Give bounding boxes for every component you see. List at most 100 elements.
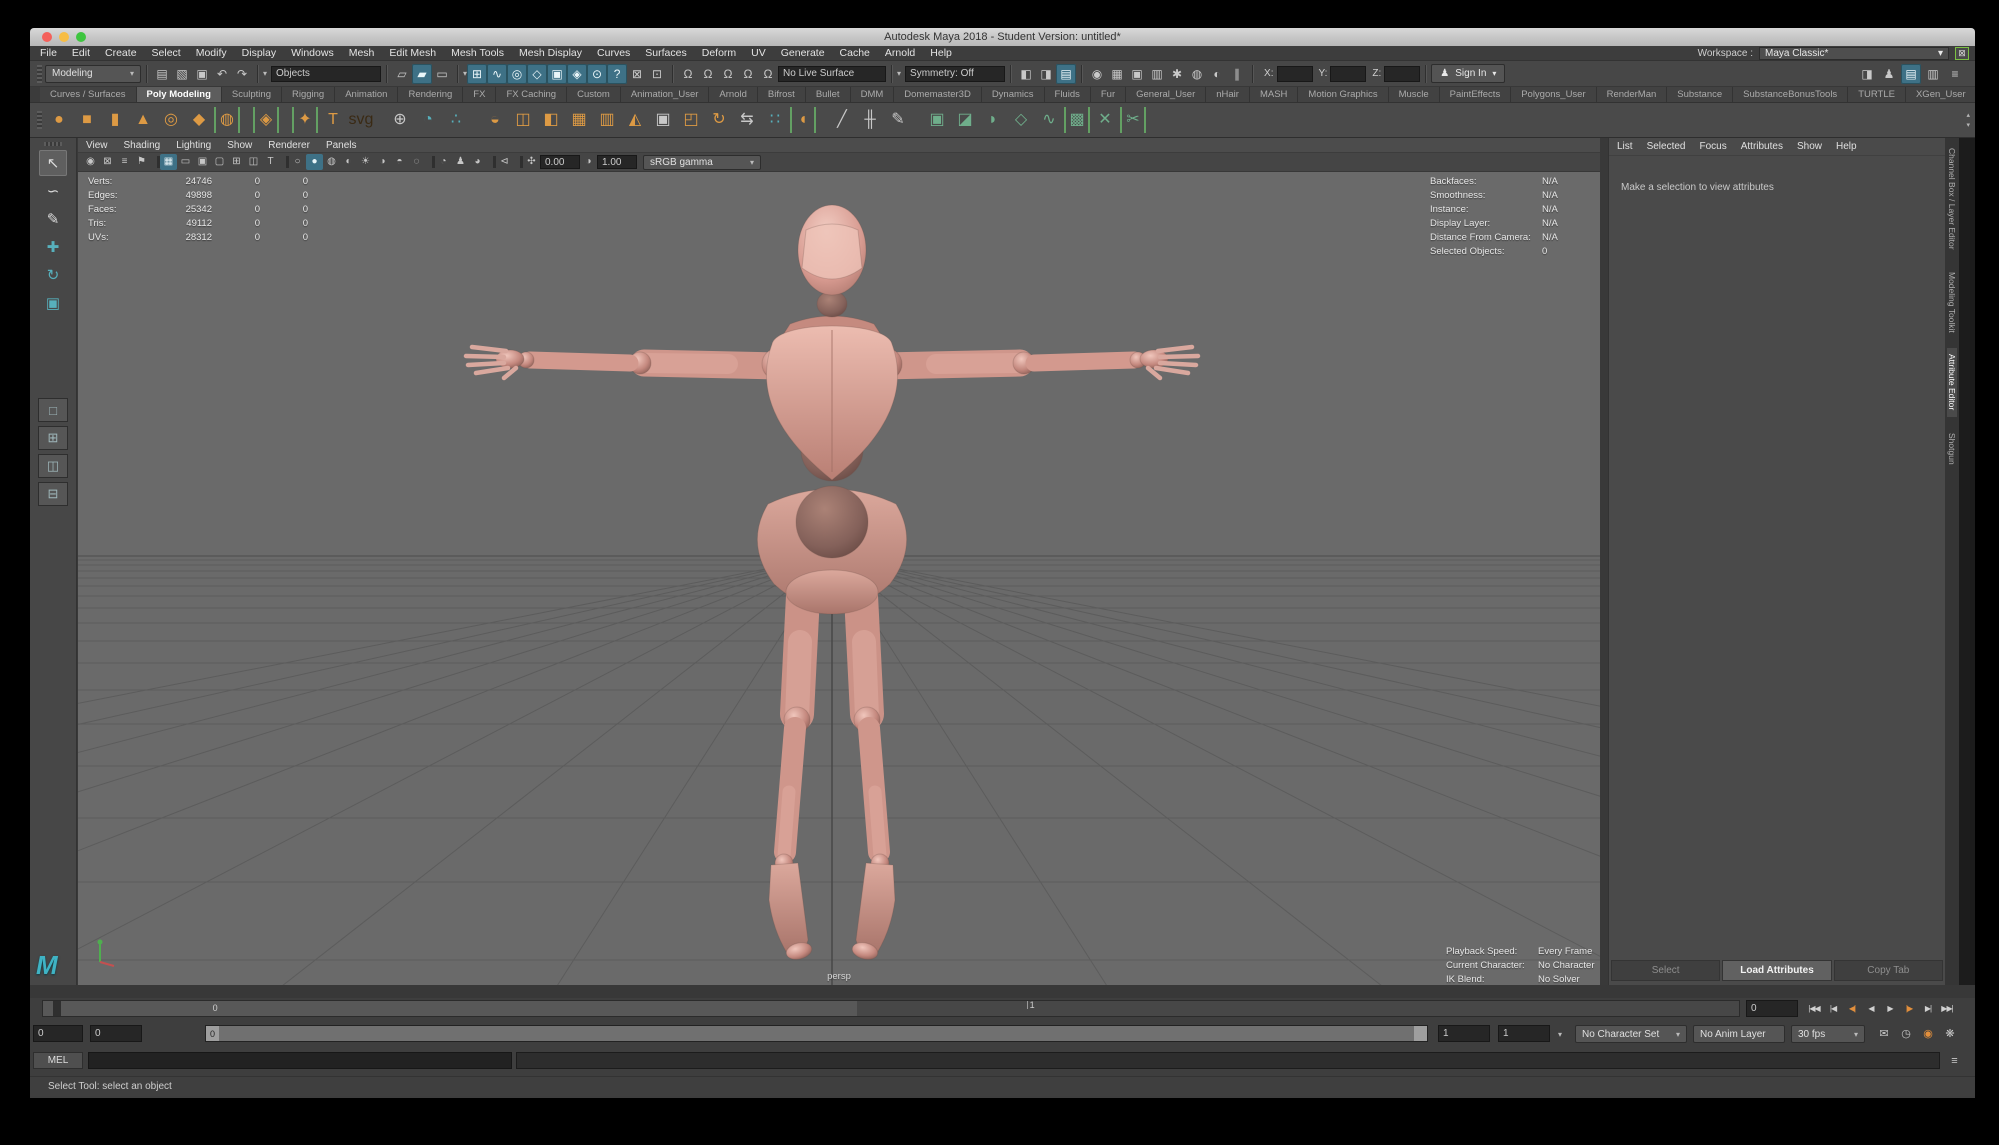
lock-selection-button[interactable]: ⊠ — [627, 64, 647, 84]
anim-layer-dropdown[interactable]: No Anim Layer — [1693, 1025, 1785, 1043]
save-scene-button[interactable]: ▣ — [192, 64, 212, 84]
lasso-tool-button[interactable]: ∽ — [39, 178, 67, 204]
Polygons_User[interactable]: Polygons_User — [1511, 87, 1596, 102]
select-camera-button[interactable]: ◉ — [82, 154, 99, 170]
Arnold[interactable]: Arnold — [885, 47, 915, 59]
tab-channel-box-layer-editor[interactable]: Channel Box / Layer Editor — [1947, 142, 1957, 256]
measure-distance-button[interactable]: ◔ — [415, 107, 441, 133]
viewport-3d-area[interactable]: Verts: 24746 0 0 Edges: 49898 0 0 — [78, 172, 1600, 985]
shelf-menu-down-icon[interactable]: ▾ — [1966, 121, 1970, 129]
y-coordinate-field[interactable] — [1330, 66, 1366, 82]
Mesh Tools[interactable]: Mesh Tools — [451, 47, 504, 59]
poly-cylinder-button[interactable]: ▮ — [102, 107, 128, 133]
playback-comment-button[interactable]: ✉ — [1875, 1024, 1893, 1042]
perspective-viewport[interactable]: View Shading Lighting Show Renderer Pane… — [78, 138, 1600, 985]
panel-grip[interactable] — [37, 65, 42, 83]
Substance[interactable]: Substance — [1667, 87, 1733, 102]
nHair[interactable]: nHair — [1206, 87, 1250, 102]
Show[interactable]: Show — [227, 140, 252, 151]
Animation_User[interactable]: Animation_User — [621, 87, 710, 102]
Display[interactable]: Display — [242, 47, 276, 59]
tab-attribute-editor[interactable]: Attribute Editor — [1947, 348, 1957, 416]
edit-curve-button[interactable]: ╫ — [857, 107, 883, 133]
reduce-button[interactable]: ▥ — [594, 107, 620, 133]
Curves[interactable]: Curves — [597, 47, 630, 59]
component-mask-button[interactable]: ▭ — [432, 64, 452, 84]
use-all-lights-button[interactable]: ☀ — [357, 154, 374, 170]
gamma-icon[interactable]: ◑ — [580, 154, 597, 170]
poly-disc-button[interactable]: ◍ — [214, 107, 240, 133]
Curves / Surfaces[interactable]: Curves / Surfaces — [40, 87, 137, 102]
scale-tool-button[interactable]: ▣ — [39, 290, 67, 316]
plane-magnet-button[interactable]: Ω — [758, 64, 778, 84]
animation-start-field[interactable]: 0 — [33, 1025, 83, 1042]
average-vertices-button[interactable]: ∷ — [762, 107, 788, 133]
light-editor-button[interactable]: ◐ — [1207, 64, 1227, 84]
bridge-button[interactable]: ∿ — [1036, 107, 1062, 133]
target-weld-button[interactable]: ✕ — [1092, 107, 1118, 133]
command-input-field[interactable] — [88, 1052, 512, 1069]
four-pane-layout-button[interactable]: ⊞ — [38, 426, 68, 450]
mirror-geometry-button[interactable]: ◧ — [538, 107, 564, 133]
Windows[interactable]: Windows — [291, 47, 334, 59]
xray-button[interactable]: ◔ — [435, 154, 452, 170]
selection-mask-field[interactable]: Objects — [271, 66, 381, 82]
field-chart-button[interactable]: ⊞ — [228, 154, 245, 170]
General_User[interactable]: General_User — [1126, 87, 1206, 102]
Rigging[interactable]: Rigging — [282, 87, 335, 102]
shadows-button[interactable]: ◑ — [374, 154, 391, 170]
Arnold[interactable]: Arnold — [709, 87, 757, 102]
poly-sphere-button[interactable]: ● — [46, 107, 72, 133]
safe-title-button[interactable]: T — [262, 154, 279, 170]
Modify[interactable]: Modify — [196, 47, 227, 59]
combine-button[interactable]: ◒ — [482, 107, 508, 133]
exposure-field[interactable]: 0.00 — [540, 155, 580, 169]
Mesh Display[interactable]: Mesh Display — [519, 47, 582, 59]
step-back-frame-button[interactable]: |◀ — [1824, 999, 1842, 1017]
view-transform-dropdown[interactable]: sRGB gamma ▾ — [643, 155, 761, 170]
spin-edge-button[interactable]: ↻ — [706, 107, 732, 133]
wedge-button[interactable]: ◭ — [622, 107, 648, 133]
gate-mask-button[interactable]: ▢ — [211, 154, 228, 170]
FX Caching[interactable]: FX Caching — [496, 87, 567, 102]
Custom[interactable]: Custom — [567, 87, 621, 102]
resolution-gate-button[interactable]: ▣ — [194, 154, 211, 170]
load-attributes-button[interactable]: Load Attributes — [1722, 960, 1831, 981]
select-tool-button[interactable]: ↖ — [39, 150, 67, 176]
lock-camera-button[interactable]: ⊠ — [99, 154, 116, 170]
snap-to-view-plane-button[interactable]: ▣ — [547, 64, 567, 84]
Dynamics[interactable]: Dynamics — [982, 87, 1045, 102]
point-magnet-button[interactable]: Ω — [718, 64, 738, 84]
Selected[interactable]: Selected — [1647, 141, 1686, 152]
bevel-button[interactable]: ◇ — [1008, 107, 1034, 133]
snap-to-grid-button[interactable]: ⊞ — [467, 64, 487, 84]
paint-select-tool-button[interactable]: ✎ — [39, 206, 67, 232]
workspace-lock-icon[interactable]: ⊠ — [1955, 47, 1969, 60]
boolean-difference-button[interactable]: ◪ — [952, 107, 978, 133]
textured-mode-button[interactable]: ◐ — [340, 154, 357, 170]
menuset-dropdown[interactable]: Modeling ▾ — [45, 65, 141, 83]
fps-dropdown[interactable]: 30 fps ▾ — [1791, 1025, 1865, 1043]
Attributes[interactable]: Attributes — [1741, 141, 1783, 152]
smooth-button[interactable]: ▦ — [566, 107, 592, 133]
live-surface-field[interactable]: No Live Surface — [778, 66, 886, 82]
Fluids[interactable]: Fluids — [1045, 87, 1091, 102]
Generate[interactable]: Generate — [781, 47, 825, 59]
platonic-solid-button[interactable]: ◈ — [253, 107, 279, 133]
Panels[interactable]: Panels — [326, 140, 357, 151]
RenderMan[interactable]: RenderMan — [1597, 87, 1668, 102]
show-channel-box-button[interactable]: ◨ — [1857, 64, 1877, 84]
grid-toggle-button[interactable]: ▦ — [160, 154, 177, 170]
polygon-type-button[interactable]: T — [320, 107, 346, 133]
panel-grip[interactable] — [37, 111, 42, 129]
character-set-dropdown[interactable]: No Character Set ▾ — [1575, 1025, 1687, 1043]
symmetrize-button[interactable]: ⇆ — [734, 107, 760, 133]
playback-start-field[interactable]: 0 — [90, 1025, 142, 1042]
Show[interactable]: Show — [1797, 141, 1822, 152]
Bullet[interactable]: Bullet — [806, 87, 851, 102]
ipr-render-button[interactable]: ▣ — [1127, 64, 1147, 84]
copy-tab-button[interactable]: Copy Tab — [1834, 960, 1943, 981]
render-settings-button[interactable]: ✱ — [1167, 64, 1187, 84]
object-mask-button[interactable]: ▰ — [412, 64, 432, 84]
List[interactable]: List — [1617, 141, 1633, 152]
